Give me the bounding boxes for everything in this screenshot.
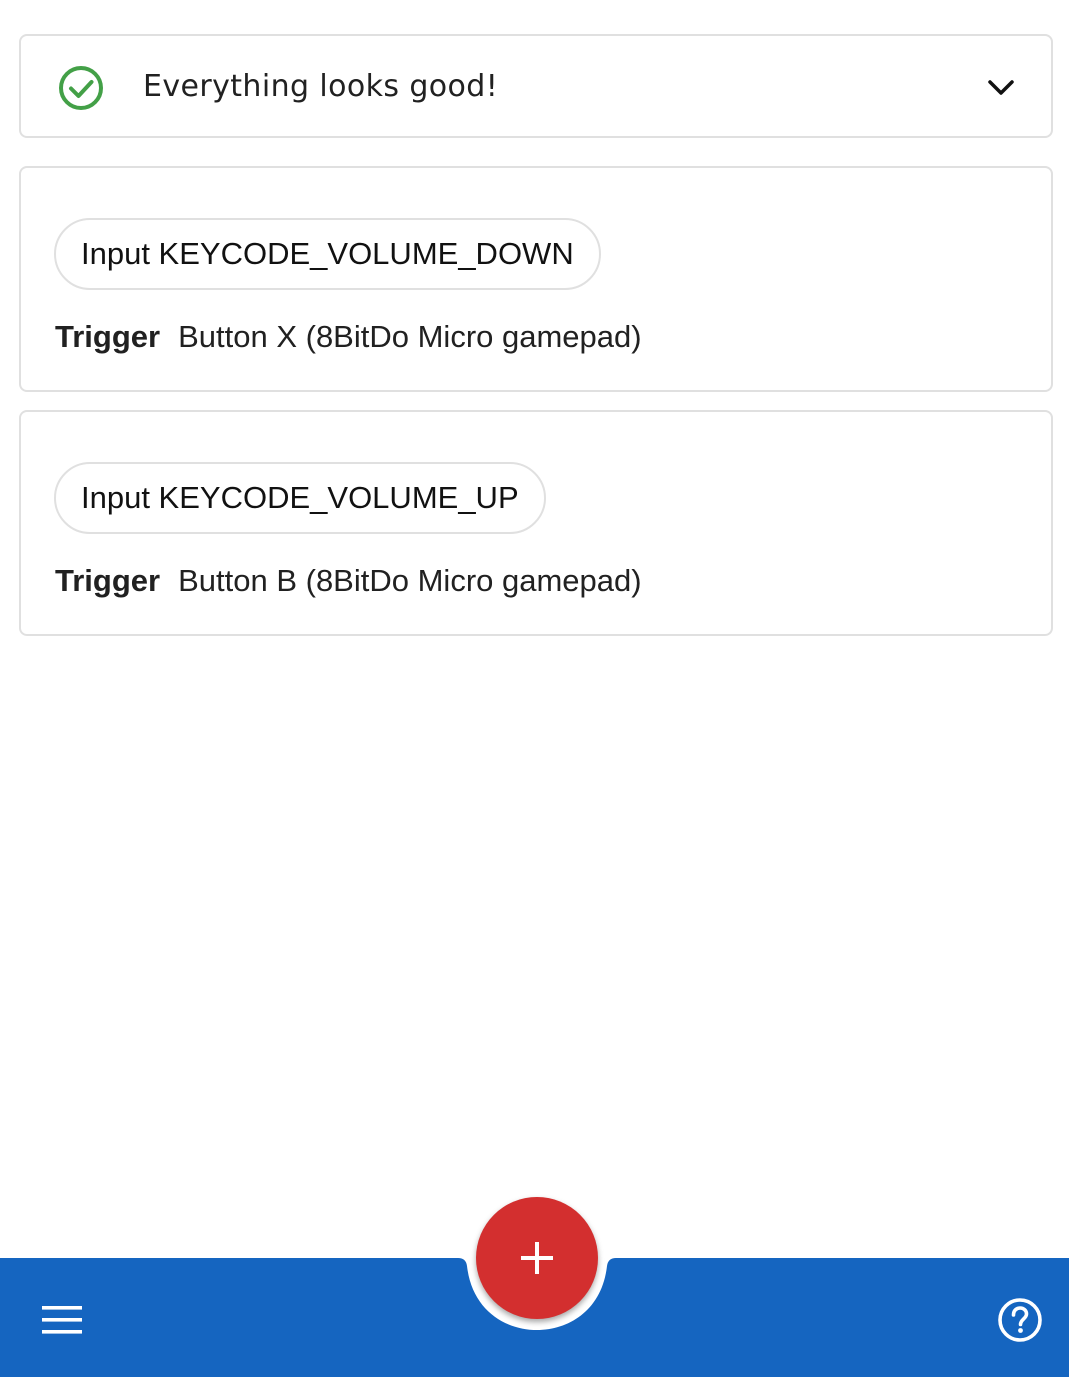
mapping-card[interactable]: Input KEYCODE_VOLUME_UP Trigger Button B … — [19, 410, 1053, 636]
check-circle-icon — [59, 66, 103, 110]
help-circle-icon[interactable] — [996, 1296, 1044, 1344]
mapping-card[interactable]: Input KEYCODE_VOLUME_DOWN Trigger Button … — [19, 166, 1053, 392]
plus-icon — [521, 1242, 553, 1274]
chevron-down-icon[interactable] — [985, 72, 1017, 104]
add-mapping-button[interactable] — [476, 1197, 598, 1319]
trigger-row: Trigger Button X (8BitDo Micro gamepad) — [55, 317, 642, 357]
trigger-label: Trigger — [55, 563, 161, 598]
key-mapper-screen: Everything looks good! Input KEYCODE_VOL… — [0, 0, 1069, 1377]
trigger-label: Trigger — [55, 319, 161, 354]
status-message: Everything looks good! — [143, 69, 499, 104]
action-chip[interactable]: Input KEYCODE_VOLUME_UP — [54, 462, 546, 534]
trigger-value: Button X (8BitDo Micro gamepad) — [178, 319, 642, 354]
trigger-value: Button B (8BitDo Micro gamepad) — [178, 563, 642, 598]
trigger-row: Trigger Button B (8BitDo Micro gamepad) — [55, 561, 642, 601]
menu-icon[interactable] — [40, 1302, 84, 1338]
status-card[interactable]: Everything looks good! — [19, 34, 1053, 138]
action-chip[interactable]: Input KEYCODE_VOLUME_DOWN — [54, 218, 601, 290]
